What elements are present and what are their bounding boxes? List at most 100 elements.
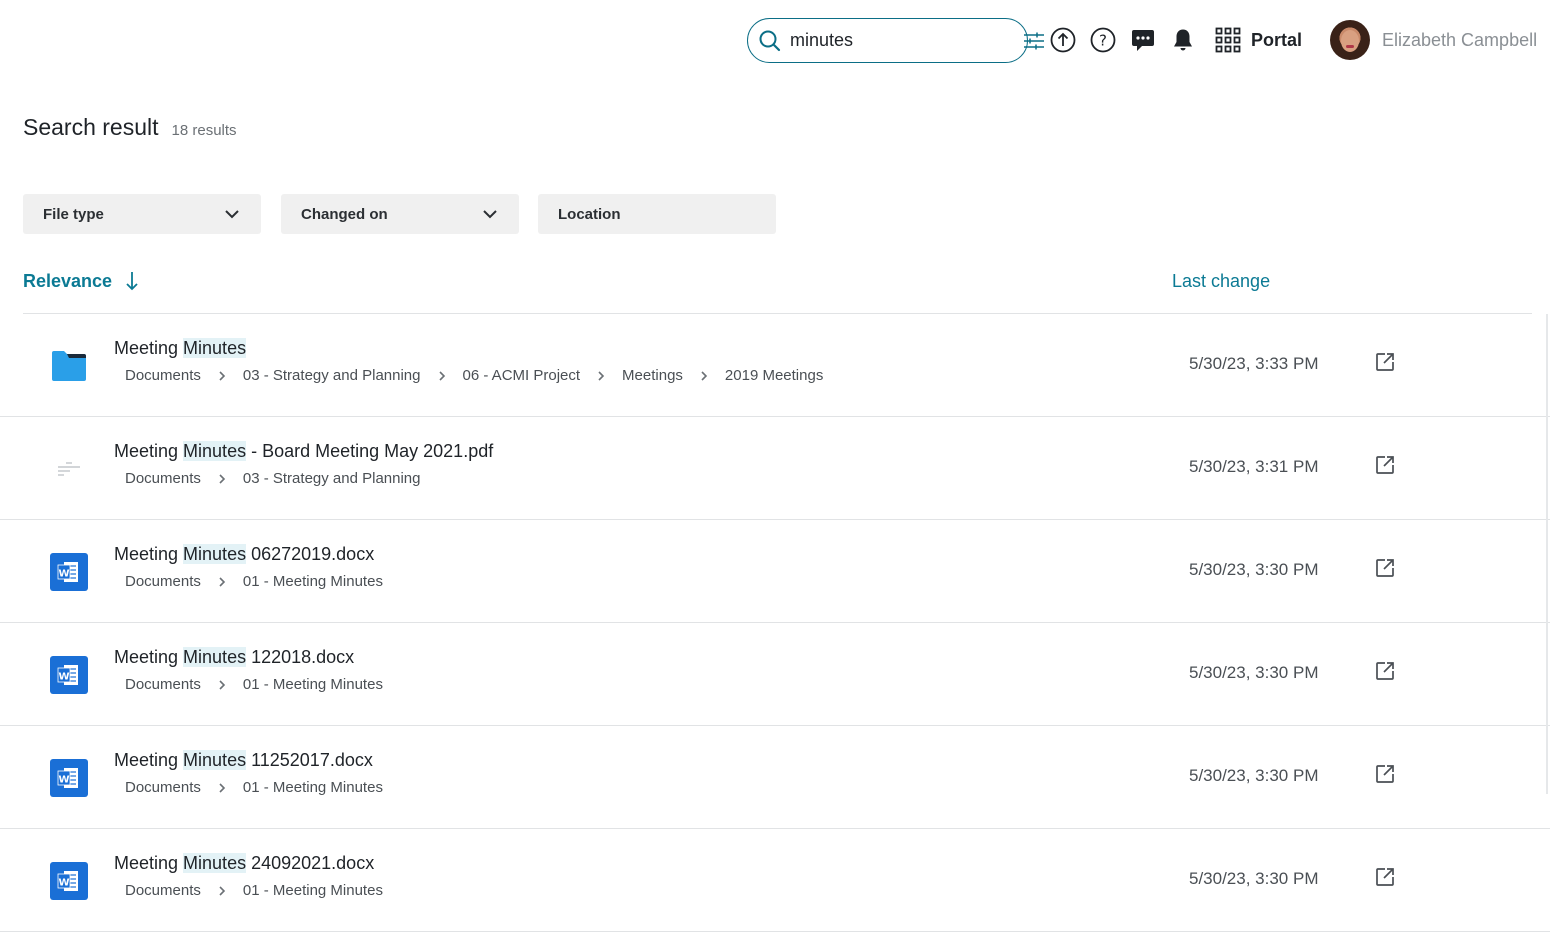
user-name: Elizabeth Campbell	[1382, 29, 1538, 50]
chat-icon[interactable]	[1130, 27, 1156, 53]
name-prefix: Meeting	[114, 647, 184, 667]
breadcrumb: Documents 01 - Meeting Minutes	[125, 882, 383, 899]
chevron-right-icon	[595, 370, 607, 382]
search-highlight: Minutes	[183, 544, 247, 564]
result-row[interactable]: W Meeting Minutes 24092021.docx Document…	[0, 829, 1550, 932]
filter-label: File type	[43, 205, 104, 223]
result-row[interactable]: W Meeting Minutes 122018.docx Documents 0…	[0, 623, 1550, 726]
portal-label: Portal	[1251, 29, 1303, 50]
svg-text:W: W	[58, 775, 69, 786]
svg-text:W: W	[58, 569, 69, 580]
result-file-name[interactable]: Meeting Minutes - Board Meeting May 2021…	[114, 441, 493, 462]
svg-text:?: ?	[1099, 32, 1107, 50]
result-file-name[interactable]: Meeting Minutes	[114, 338, 247, 359]
breadcrumb-item[interactable]: Documents	[125, 779, 201, 796]
upload-icon[interactable]	[1050, 27, 1076, 53]
name-suffix: 122018.docx	[246, 647, 355, 667]
top-header: ? Portal Elizabeth Campbell	[0, 0, 1550, 80]
folder-icon	[49, 346, 89, 386]
chevron-right-icon	[216, 370, 228, 382]
result-file-name[interactable]: Meeting Minutes 11252017.docx	[114, 750, 373, 771]
open-external-icon[interactable]	[1374, 763, 1396, 785]
name-prefix: Meeting	[114, 441, 184, 461]
last-change-date: 5/30/23, 3:30 PM	[1189, 766, 1319, 785]
filter-label: Location	[558, 205, 621, 223]
search-input[interactable]	[790, 30, 1022, 51]
bell-icon[interactable]	[1170, 27, 1196, 53]
breadcrumb-item[interactable]: Documents	[125, 470, 201, 487]
sort-relevance[interactable]: Relevance	[23, 270, 142, 292]
arrow-down-icon	[122, 270, 142, 292]
search-icon	[758, 29, 782, 53]
last-change-date: 5/30/23, 3:31 PM	[1189, 457, 1319, 476]
result-file-name[interactable]: Meeting Minutes 06272019.docx	[114, 544, 374, 565]
breadcrumb-item[interactable]: 01 - Meeting Minutes	[243, 573, 383, 590]
name-suffix: - Board Meeting May 2021.pdf	[246, 441, 494, 461]
filter-changed-on[interactable]: Changed on	[281, 194, 519, 234]
name-suffix: 06272019.docx	[246, 544, 375, 564]
avatar	[1330, 20, 1370, 60]
breadcrumb-item[interactable]: Documents	[125, 573, 201, 590]
result-row[interactable]: Meeting Minutes - Board Meeting May 2021…	[0, 417, 1550, 520]
name-prefix: Meeting	[114, 338, 184, 358]
filter-location[interactable]: Location	[538, 194, 776, 234]
breadcrumb-item[interactable]: Meetings	[622, 367, 683, 384]
scrollbar[interactable]	[1546, 314, 1548, 794]
breadcrumb-item[interactable]: 01 - Meeting Minutes	[243, 882, 383, 899]
chevron-right-icon	[436, 370, 448, 382]
word-document-icon: W	[49, 552, 89, 592]
breadcrumb-item[interactable]: 03 - Strategy and Planning	[243, 367, 421, 384]
breadcrumb-item[interactable]: Documents	[125, 367, 201, 384]
search-result-heading: Search result 18 results	[23, 114, 237, 141]
search-highlight: Minutes	[183, 338, 247, 358]
search-highlight: Minutes	[183, 750, 247, 770]
pdf-file-icon	[49, 449, 89, 489]
last-change-date: 5/30/23, 3:30 PM	[1189, 869, 1319, 888]
svg-text:W: W	[58, 672, 69, 683]
sort-last-change[interactable]: Last change	[1172, 271, 1270, 292]
result-file-name[interactable]: Meeting Minutes 24092021.docx	[114, 853, 374, 874]
word-document-icon: W	[49, 758, 89, 798]
word-document-icon: W	[49, 861, 89, 901]
search-highlight: Minutes	[183, 853, 247, 873]
breadcrumb-item[interactable]: 01 - Meeting Minutes	[243, 779, 383, 796]
help-icon[interactable]: ?	[1090, 27, 1116, 53]
chevron-down-icon	[223, 205, 241, 223]
search-highlight: Minutes	[183, 441, 247, 461]
result-file-name[interactable]: Meeting Minutes 122018.docx	[114, 647, 354, 668]
open-external-icon[interactable]	[1374, 660, 1396, 682]
user-menu[interactable]: Elizabeth Campbell	[1330, 20, 1537, 60]
app-grid-icon	[1215, 27, 1241, 53]
chevron-right-icon	[216, 782, 228, 794]
breadcrumb-item[interactable]: Documents	[125, 882, 201, 899]
breadcrumb-item[interactable]: 03 - Strategy and Planning	[243, 470, 421, 487]
portal-button[interactable]: Portal	[1215, 27, 1302, 53]
breadcrumb-item[interactable]: Documents	[125, 676, 201, 693]
last-change-date: 5/30/23, 3:33 PM	[1189, 354, 1319, 373]
result-row[interactable]: W Meeting Minutes 06272019.docx Document…	[0, 520, 1550, 623]
results-list: Meeting Minutes Documents 03 - Strategy a…	[0, 314, 1550, 932]
chevron-right-icon	[216, 576, 228, 588]
last-change-date: 5/30/23, 3:30 PM	[1189, 560, 1319, 579]
open-external-icon[interactable]	[1374, 351, 1396, 373]
filter-file-type[interactable]: File type	[23, 194, 261, 234]
breadcrumb: Documents 01 - Meeting Minutes	[125, 779, 383, 796]
open-external-icon[interactable]	[1374, 866, 1396, 888]
sliders-icon[interactable]	[1022, 29, 1046, 53]
result-row[interactable]: Meeting Minutes Documents 03 - Strategy a…	[0, 314, 1550, 417]
breadcrumb-item[interactable]: 01 - Meeting Minutes	[243, 676, 383, 693]
breadcrumb-item[interactable]: 06 - ACMI Project	[463, 367, 581, 384]
result-row[interactable]: W Meeting Minutes 11252017.docx Document…	[0, 726, 1550, 829]
filter-label: Changed on	[301, 205, 388, 223]
open-external-icon[interactable]	[1374, 454, 1396, 476]
name-prefix: Meeting	[114, 853, 184, 873]
svg-text:W: W	[58, 878, 69, 889]
name-prefix: Meeting	[114, 544, 184, 564]
open-external-icon[interactable]	[1374, 557, 1396, 579]
breadcrumb-item[interactable]: 2019 Meetings	[725, 367, 823, 384]
search-box[interactable]	[747, 18, 1044, 63]
breadcrumb: Documents 03 - Strategy and Planning	[125, 470, 421, 487]
last-change-date: 5/30/23, 3:30 PM	[1189, 663, 1319, 682]
result-count: 18 results	[171, 122, 237, 139]
chevron-right-icon	[698, 370, 710, 382]
